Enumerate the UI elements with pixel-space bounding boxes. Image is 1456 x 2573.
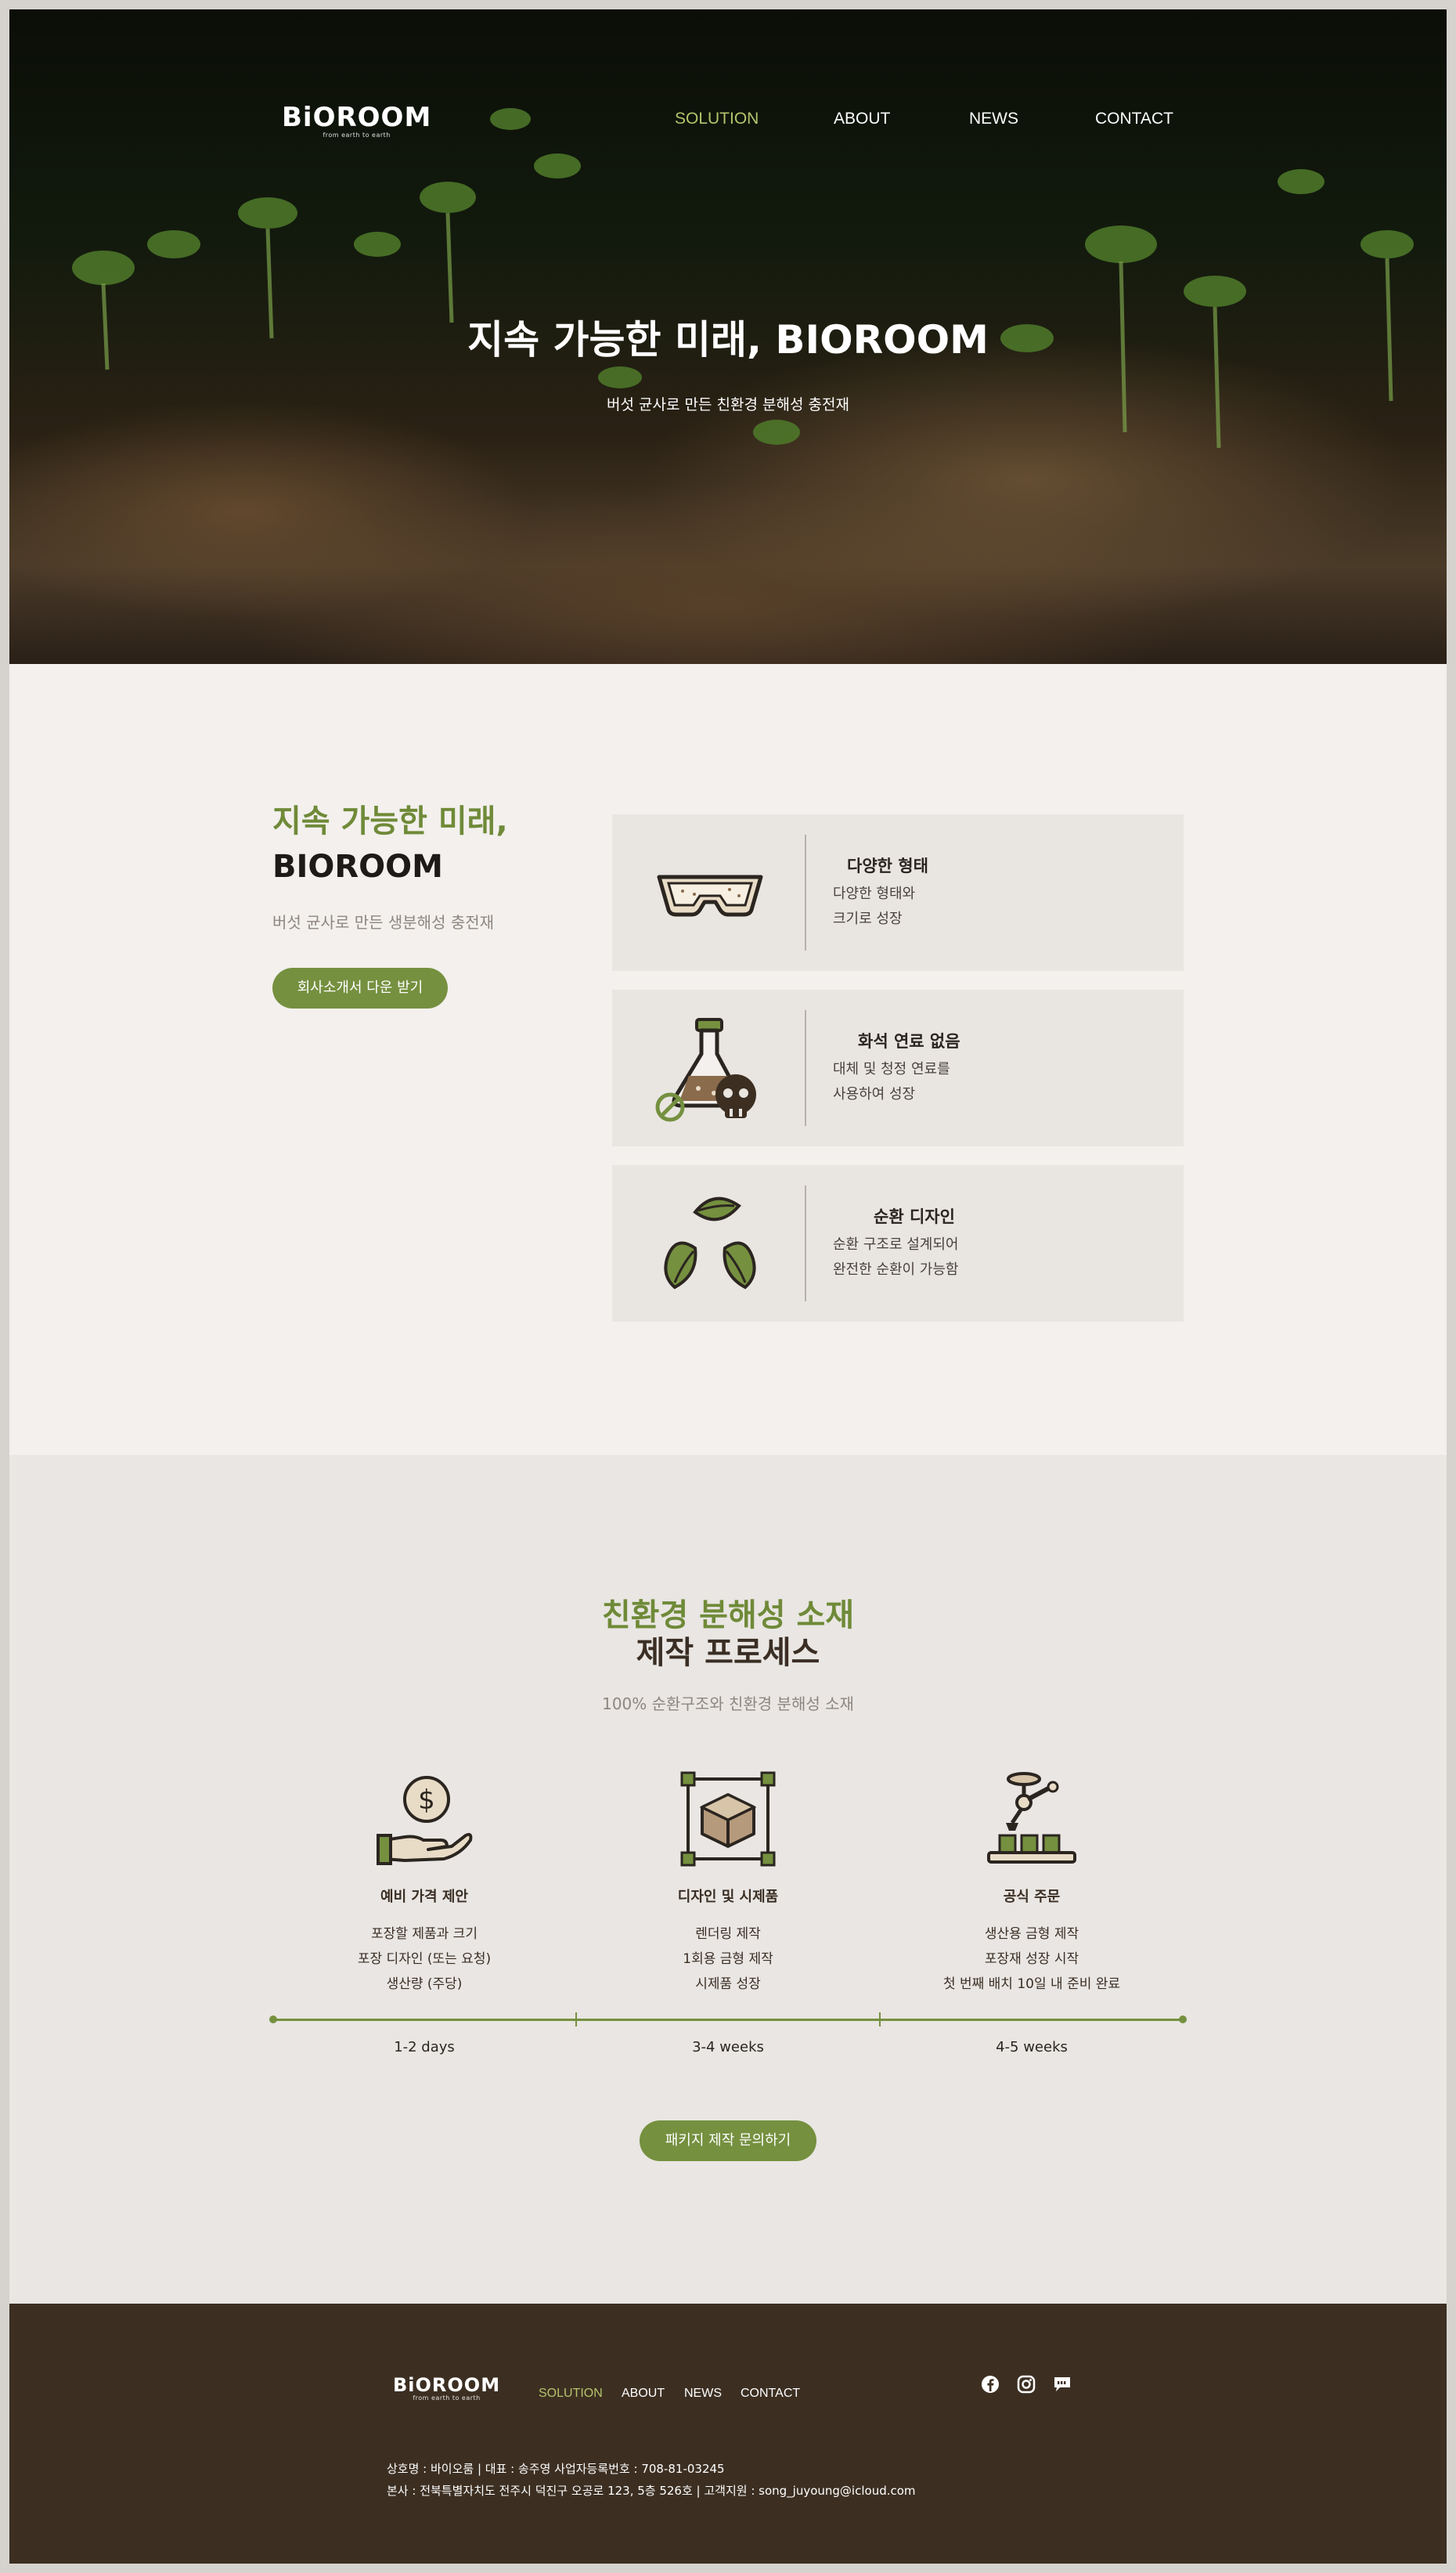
step-duration: 1-2 days xyxy=(394,2039,455,2055)
features-section: 지속 가능한 미래, BIOROOM 버섯 균사로 만든 생분해성 충전재 회사… xyxy=(9,664,1447,1455)
top-navigation: BiOROOM from earth to earth SOLUTION ABO… xyxy=(9,9,1447,139)
hero-title: 지속 가능한 미래, BIOROOM xyxy=(467,317,989,363)
step-details: 생산용 금형 제작 포장재 성장 시작 첫 번째 배치 10일 내 준비 완료 xyxy=(883,1922,1180,1997)
footer-nav-news[interactable]: NEWS xyxy=(684,2387,722,2401)
brand-logo[interactable]: BiOROOM from earth to earth xyxy=(282,102,431,139)
timeline-tick xyxy=(575,2012,577,2026)
hero-subtitle: 버섯 균사로 만든 친환경 분해성 충전재 xyxy=(607,396,849,413)
card-title: 다양한 형태 xyxy=(847,857,928,875)
timeline-start-dot xyxy=(269,2015,277,2023)
step-line: 포장할 제품과 크기 xyxy=(371,1926,478,1942)
nav-solution[interactable]: SOLUTION xyxy=(675,110,759,128)
step-details: 포장할 제품과 크기 포장 디자인 (또는 요청) 생산량 (주당) xyxy=(276,1922,573,1997)
process-timeline xyxy=(272,2019,1184,2021)
card-title: 화석 연료 없음 xyxy=(858,1032,960,1051)
footer-nav-contact[interactable]: CONTACT xyxy=(741,2387,800,2401)
process-subtitle: 100% 순환구조와 친환경 분해성 소재 xyxy=(602,1694,854,1713)
step-line: 렌더링 제작 xyxy=(695,1926,761,1942)
feature-card: 순환 디자인 순환 구조로 설계되어 완전한 순환이 가능함 xyxy=(612,1165,1184,1322)
step-line: 포장재 성장 시작 xyxy=(984,1951,1079,1967)
footer-nav-solution[interactable]: SOLUTION xyxy=(539,2387,603,2401)
step-title: 디자인 및 시제품 xyxy=(677,1889,779,1905)
page: BiOROOM from earth to earth SOLUTION ABO… xyxy=(9,9,1447,2564)
download-brochure-button[interactable]: 회사소개서 다운 받기 xyxy=(272,968,448,1009)
card-title: 순환 디자인 xyxy=(874,1207,955,1226)
nav-news[interactable]: NEWS xyxy=(969,110,1018,128)
card-line: 크기로 성장 xyxy=(833,911,903,927)
design-box-icon xyxy=(680,1771,776,1867)
feature-card: 다양한 형태 다양한 형태와 크기로 성장 xyxy=(612,814,1184,971)
card-line: 대체 및 청정 연료를 xyxy=(833,1061,950,1077)
process-section: 친환경 분해성 소재 제작 프로세스 100% 순환구조와 친환경 분해성 소재… xyxy=(9,1455,1447,2304)
features-heading-line2: BIOROOM xyxy=(272,849,443,885)
features-subtitle: 버섯 균사로 만든 생분해성 충전재 xyxy=(272,913,495,932)
step-line: 생산량 (주당) xyxy=(386,1976,463,1992)
hero-section: BiOROOM from earth to earth SOLUTION ABO… xyxy=(9,9,1447,664)
hand-coin-icon: $ xyxy=(377,1776,473,1865)
process-step: 디자인 및 시제품 렌더링 제작 1회용 금형 제작 시제품 성장 xyxy=(579,1768,877,1997)
process-heading-line2: 제작 프로세스 xyxy=(636,1635,820,1671)
step-title: 예비 가격 제안 xyxy=(380,1889,468,1905)
process-step: $ 예비 가격 제안 포장할 제품과 크기 포장 디자인 (또는 요청) 생산량… xyxy=(276,1768,573,1997)
features-heading-line1: 지속 가능한 미래, xyxy=(272,803,508,839)
card-divider xyxy=(805,1010,806,1126)
nav-contact[interactable]: CONTACT xyxy=(1095,110,1173,128)
facebook-icon[interactable] xyxy=(980,2374,1000,2394)
card-line: 사용하여 성장 xyxy=(833,1086,916,1102)
step-duration: 3-4 weeks xyxy=(692,2039,764,2055)
footer-logo[interactable]: BiOROOM from earth to earth xyxy=(393,2374,500,2402)
card-description: 다양한 형태와 크기로 성장 xyxy=(833,882,915,932)
step-line: 포장 디자인 (또는 요청) xyxy=(357,1951,492,1967)
feature-card: 화석 연료 없음 대체 및 청정 연료를 사용하여 성장 xyxy=(612,990,1184,1146)
card-description: 대체 및 청정 연료를 사용하여 성장 xyxy=(833,1057,950,1107)
step-line: 생산용 금형 제작 xyxy=(984,1926,1079,1942)
card-divider xyxy=(805,835,806,951)
card-description: 순환 구조로 설계되어 완전한 순환이 가능함 xyxy=(833,1232,958,1283)
step-title: 공식 주문 xyxy=(1003,1889,1061,1905)
footer-nav-about[interactable]: ABOUT xyxy=(622,2387,665,2401)
address-info: 본사 : 전북특별자치도 전주시 덕진구 오공로 123, 5층 526호 | … xyxy=(387,2484,916,2498)
flask-skull-icon xyxy=(655,1018,756,1122)
robot-arm-icon xyxy=(987,1772,1076,1864)
company-info: 상호명 : 바이오룸 | 대표 : 송주영 사업자등록번호 : 708-81-0… xyxy=(387,2462,725,2476)
step-line: 1회용 금형 제작 xyxy=(683,1951,773,1967)
step-duration: 4-5 weeks xyxy=(996,2039,1068,2055)
recycle-leaves-icon xyxy=(664,1196,756,1290)
svg-text:$: $ xyxy=(418,1784,435,1816)
timeline-tick xyxy=(879,2012,881,2026)
nav-about[interactable]: ABOUT xyxy=(834,110,890,128)
process-step: 공식 주문 생산용 금형 제작 포장재 성장 시작 첫 번째 배치 10일 내 … xyxy=(883,1768,1180,1997)
card-line: 순환 구조로 설계되어 xyxy=(833,1236,959,1253)
footer: BiOROOM from earth to earth SOLUTION ABO… xyxy=(9,2304,1447,2564)
instagram-icon[interactable] xyxy=(1016,2374,1036,2394)
step-details: 렌더링 제작 1회용 금형 제작 시제품 성장 xyxy=(579,1922,877,1997)
package-inquiry-button[interactable]: 패키지 제작 문의하기 xyxy=(640,2120,816,2161)
card-divider xyxy=(805,1185,806,1301)
card-line: 다양한 형태와 xyxy=(833,886,916,902)
timeline-end-dot xyxy=(1179,2015,1187,2023)
step-line: 시제품 성장 xyxy=(695,1976,761,1992)
kakaotalk-icon[interactable] xyxy=(1052,2374,1072,2394)
step-line: 첫 번째 배치 10일 내 준비 완료 xyxy=(942,1976,1121,1992)
card-line: 완전한 순환이 가능함 xyxy=(833,1261,959,1278)
tray-icon xyxy=(657,875,763,917)
